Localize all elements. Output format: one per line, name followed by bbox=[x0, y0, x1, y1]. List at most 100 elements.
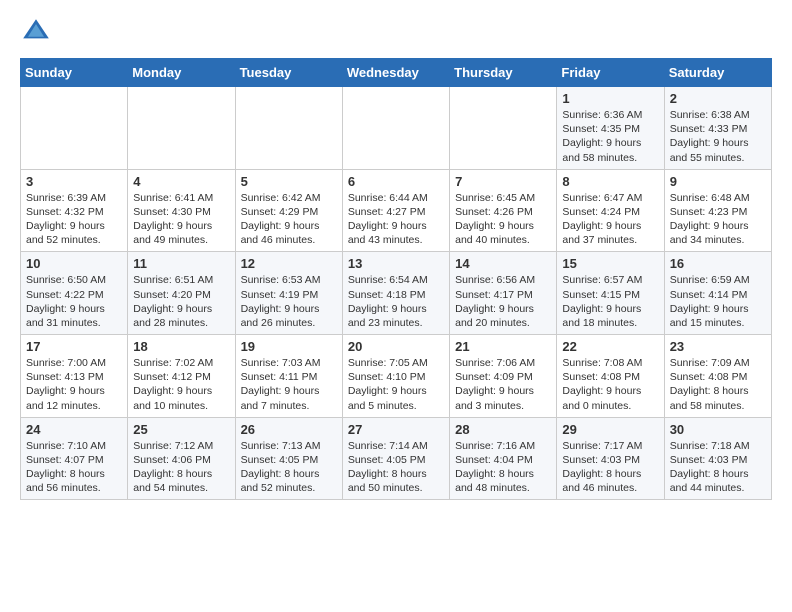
calendar-cell: 7 Sunrise: 6:45 AM Sunset: 4:26 PM Daylig… bbox=[450, 169, 557, 252]
day-info: Sunrise: 7:10 AM Sunset: 4:07 PM Dayligh… bbox=[26, 439, 122, 496]
calendar-week-row: 3 Sunrise: 6:39 AM Sunset: 4:32 PM Daylig… bbox=[21, 169, 772, 252]
day-number: 3 bbox=[26, 174, 122, 189]
day-info: Sunrise: 7:12 AM Sunset: 4:06 PM Dayligh… bbox=[133, 439, 229, 496]
day-info: Sunrise: 6:36 AM Sunset: 4:35 PM Dayligh… bbox=[562, 108, 658, 165]
calendar-cell: 24 Sunrise: 7:10 AM Sunset: 4:07 PM Dayli… bbox=[21, 417, 128, 500]
calendar-cell: 11 Sunrise: 6:51 AM Sunset: 4:20 PM Dayli… bbox=[128, 252, 235, 335]
day-info: Sunrise: 7:02 AM Sunset: 4:12 PM Dayligh… bbox=[133, 356, 229, 413]
calendar-cell: 14 Sunrise: 6:56 AM Sunset: 4:17 PM Dayli… bbox=[450, 252, 557, 335]
day-info: Sunrise: 7:17 AM Sunset: 4:03 PM Dayligh… bbox=[562, 439, 658, 496]
calendar-body: 1 Sunrise: 6:36 AM Sunset: 4:35 PM Daylig… bbox=[21, 87, 772, 500]
calendar-cell: 27 Sunrise: 7:14 AM Sunset: 4:05 PM Dayli… bbox=[342, 417, 449, 500]
day-number: 15 bbox=[562, 256, 658, 271]
day-number: 19 bbox=[241, 339, 337, 354]
day-number: 21 bbox=[455, 339, 551, 354]
day-number: 26 bbox=[241, 422, 337, 437]
day-number: 17 bbox=[26, 339, 122, 354]
day-number: 12 bbox=[241, 256, 337, 271]
calendar-cell: 4Sunrise: 6:41 AM Sunset: 4:30 PM Daylig… bbox=[128, 169, 235, 252]
calendar-cell: 21 Sunrise: 7:06 AM Sunset: 4:09 PM Dayli… bbox=[450, 335, 557, 418]
day-number: 5 bbox=[241, 174, 337, 189]
day-info: Sunrise: 6:48 AM Sunset: 4:23 PM Dayligh… bbox=[670, 191, 766, 248]
day-number: 4 bbox=[133, 174, 229, 189]
day-number: 25 bbox=[133, 422, 229, 437]
day-info: Sunrise: 7:00 AM Sunset: 4:13 PM Dayligh… bbox=[26, 356, 122, 413]
calendar-cell bbox=[450, 87, 557, 170]
calendar-cell: 25 Sunrise: 7:12 AM Sunset: 4:06 PM Dayli… bbox=[128, 417, 235, 500]
day-number: 11 bbox=[133, 256, 229, 271]
day-number: 20 bbox=[348, 339, 444, 354]
day-number: 24 bbox=[26, 422, 122, 437]
day-number: 30 bbox=[670, 422, 766, 437]
day-info: Sunrise: 7:18 AM Sunset: 4:03 PM Dayligh… bbox=[670, 439, 766, 496]
calendar-cell: 12 Sunrise: 6:53 AM Sunset: 4:19 PM Dayli… bbox=[235, 252, 342, 335]
logo bbox=[20, 16, 56, 48]
day-info: Sunrise: 7:13 AM Sunset: 4:05 PM Dayligh… bbox=[241, 439, 337, 496]
calendar-cell: 15 Sunrise: 6:57 AM Sunset: 4:15 PM Dayli… bbox=[557, 252, 664, 335]
calendar-cell: 1 Sunrise: 6:36 AM Sunset: 4:35 PM Daylig… bbox=[557, 87, 664, 170]
calendar-cell: 17 Sunrise: 7:00 AM Sunset: 4:13 PM Dayli… bbox=[21, 335, 128, 418]
calendar-cell: 28Sunrise: 7:16 AM Sunset: 4:04 PM Dayli… bbox=[450, 417, 557, 500]
calendar-cell: 23 Sunrise: 7:09 AM Sunset: 4:08 PM Dayli… bbox=[664, 335, 771, 418]
day-info: Sunrise: 6:56 AM Sunset: 4:17 PM Dayligh… bbox=[455, 273, 551, 330]
logo-icon bbox=[20, 16, 52, 48]
weekday-header: Thursday bbox=[450, 59, 557, 87]
day-info: Sunrise: 7:03 AM Sunset: 4:11 PM Dayligh… bbox=[241, 356, 337, 413]
day-info: Sunrise: 6:57 AM Sunset: 4:15 PM Dayligh… bbox=[562, 273, 658, 330]
weekday-header: Saturday bbox=[664, 59, 771, 87]
calendar-cell: 30 Sunrise: 7:18 AM Sunset: 4:03 PM Dayli… bbox=[664, 417, 771, 500]
day-number: 16 bbox=[670, 256, 766, 271]
day-number: 28 bbox=[455, 422, 551, 437]
day-info: Sunrise: 6:59 AM Sunset: 4:14 PM Dayligh… bbox=[670, 273, 766, 330]
calendar-cell: 8 Sunrise: 6:47 AM Sunset: 4:24 PM Daylig… bbox=[557, 169, 664, 252]
calendar-week-row: 1 Sunrise: 6:36 AM Sunset: 4:35 PM Daylig… bbox=[21, 87, 772, 170]
day-info: Sunrise: 6:50 AM Sunset: 4:22 PM Dayligh… bbox=[26, 273, 122, 330]
day-info: Sunrise: 6:51 AM Sunset: 4:20 PM Dayligh… bbox=[133, 273, 229, 330]
day-info: Sunrise: 7:14 AM Sunset: 4:05 PM Dayligh… bbox=[348, 439, 444, 496]
calendar-cell: 2 Sunrise: 6:38 AM Sunset: 4:33 PM Daylig… bbox=[664, 87, 771, 170]
calendar-cell bbox=[235, 87, 342, 170]
day-number: 2 bbox=[670, 91, 766, 106]
weekday-header: Tuesday bbox=[235, 59, 342, 87]
calendar-cell bbox=[21, 87, 128, 170]
day-number: 27 bbox=[348, 422, 444, 437]
day-number: 23 bbox=[670, 339, 766, 354]
calendar-cell: 20 Sunrise: 7:05 AM Sunset: 4:10 PM Dayli… bbox=[342, 335, 449, 418]
calendar-week-row: 10 Sunrise: 6:50 AM Sunset: 4:22 PM Dayli… bbox=[21, 252, 772, 335]
day-info: Sunrise: 7:05 AM Sunset: 4:10 PM Dayligh… bbox=[348, 356, 444, 413]
day-info: Sunrise: 7:09 AM Sunset: 4:08 PM Dayligh… bbox=[670, 356, 766, 413]
day-number: 29 bbox=[562, 422, 658, 437]
calendar-cell: 6 Sunrise: 6:44 AM Sunset: 4:27 PM Daylig… bbox=[342, 169, 449, 252]
page-header bbox=[20, 16, 772, 48]
calendar-week-row: 24 Sunrise: 7:10 AM Sunset: 4:07 PM Dayli… bbox=[21, 417, 772, 500]
day-number: 6 bbox=[348, 174, 444, 189]
calendar-cell: 13Sunrise: 6:54 AM Sunset: 4:18 PM Dayli… bbox=[342, 252, 449, 335]
day-info: Sunrise: 6:44 AM Sunset: 4:27 PM Dayligh… bbox=[348, 191, 444, 248]
day-number: 7 bbox=[455, 174, 551, 189]
calendar-cell: 26 Sunrise: 7:13 AM Sunset: 4:05 PM Dayli… bbox=[235, 417, 342, 500]
day-number: 13 bbox=[348, 256, 444, 271]
day-info: Sunrise: 7:06 AM Sunset: 4:09 PM Dayligh… bbox=[455, 356, 551, 413]
calendar-cell: 10 Sunrise: 6:50 AM Sunset: 4:22 PM Dayli… bbox=[21, 252, 128, 335]
weekday-header: Sunday bbox=[21, 59, 128, 87]
day-number: 9 bbox=[670, 174, 766, 189]
day-number: 8 bbox=[562, 174, 658, 189]
calendar-week-row: 17 Sunrise: 7:00 AM Sunset: 4:13 PM Dayli… bbox=[21, 335, 772, 418]
day-number: 14 bbox=[455, 256, 551, 271]
day-info: Sunrise: 6:39 AM Sunset: 4:32 PM Dayligh… bbox=[26, 191, 122, 248]
day-info: Sunrise: 6:53 AM Sunset: 4:19 PM Dayligh… bbox=[241, 273, 337, 330]
calendar-cell: 18Sunrise: 7:02 AM Sunset: 4:12 PM Dayli… bbox=[128, 335, 235, 418]
day-info: Sunrise: 6:38 AM Sunset: 4:33 PM Dayligh… bbox=[670, 108, 766, 165]
day-info: Sunrise: 6:42 AM Sunset: 4:29 PM Dayligh… bbox=[241, 191, 337, 248]
weekday-header: Monday bbox=[128, 59, 235, 87]
day-info: Sunrise: 6:47 AM Sunset: 4:24 PM Dayligh… bbox=[562, 191, 658, 248]
calendar-cell: 16 Sunrise: 6:59 AM Sunset: 4:14 PM Dayli… bbox=[664, 252, 771, 335]
calendar-cell: 3 Sunrise: 6:39 AM Sunset: 4:32 PM Daylig… bbox=[21, 169, 128, 252]
day-number: 1 bbox=[562, 91, 658, 106]
calendar-table: SundayMondayTuesdayWednesdayThursdayFrid… bbox=[20, 58, 772, 500]
day-number: 22 bbox=[562, 339, 658, 354]
day-number: 10 bbox=[26, 256, 122, 271]
calendar-cell: 5 Sunrise: 6:42 AM Sunset: 4:29 PM Daylig… bbox=[235, 169, 342, 252]
calendar-cell bbox=[128, 87, 235, 170]
day-info: Sunrise: 6:45 AM Sunset: 4:26 PM Dayligh… bbox=[455, 191, 551, 248]
